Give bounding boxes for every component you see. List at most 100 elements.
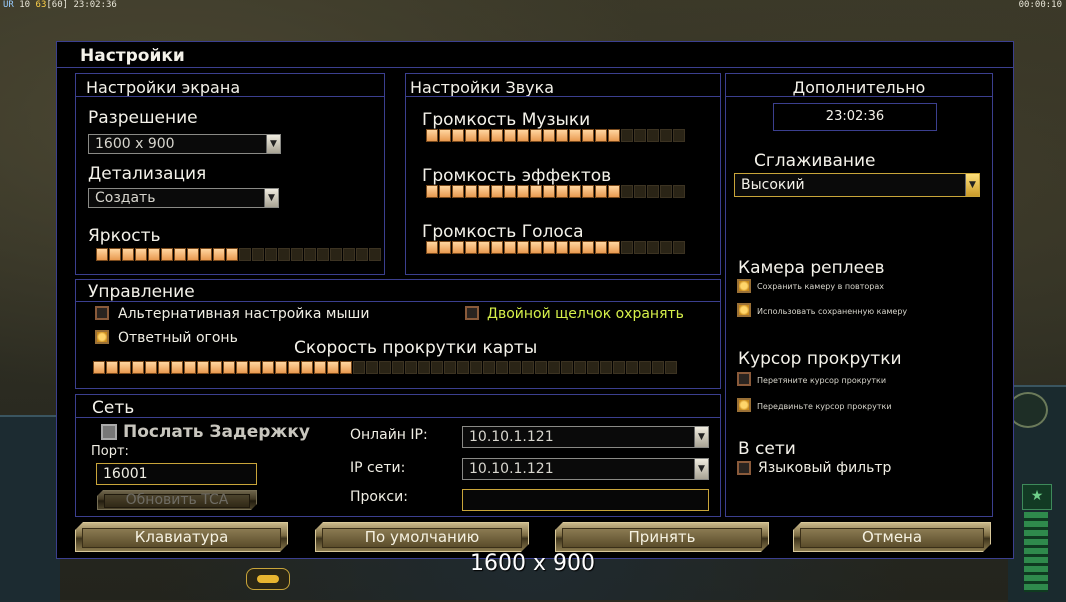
slider-segment[interactable] <box>582 185 594 198</box>
slider-segment[interactable] <box>452 185 464 198</box>
slider-segment[interactable] <box>595 129 607 142</box>
slider-segment[interactable] <box>239 248 251 261</box>
slider-segment[interactable] <box>426 129 438 142</box>
slider-segment[interactable] <box>647 241 659 254</box>
slider-segment[interactable] <box>213 248 225 261</box>
slider-segment[interactable] <box>426 241 438 254</box>
slider-segment[interactable] <box>304 248 316 261</box>
slider-segment[interactable] <box>379 361 391 374</box>
use-saved-camera-checkbox[interactable] <box>737 303 751 317</box>
slider-segment[interactable] <box>210 361 222 374</box>
keyboard-button[interactable]: Клавиатура <box>75 522 288 552</box>
slider-segment[interactable] <box>556 185 568 198</box>
slider-segment[interactable] <box>465 185 477 198</box>
slider-segment[interactable] <box>569 129 581 142</box>
update-tca-button[interactable]: Обновить TCA <box>97 490 257 510</box>
slider-segment[interactable] <box>457 361 469 374</box>
slider-segment[interactable] <box>252 248 264 261</box>
slider-segment[interactable] <box>660 185 672 198</box>
slider-segment[interactable] <box>275 361 287 374</box>
proxy-input[interactable] <box>462 489 709 511</box>
slider-segment[interactable] <box>543 241 555 254</box>
slider-segment[interactable] <box>652 361 664 374</box>
slider-segment[interactable] <box>93 361 105 374</box>
slider-segment[interactable] <box>673 129 685 142</box>
slider-segment[interactable] <box>660 241 672 254</box>
slider-segment[interactable] <box>96 248 108 261</box>
chevron-down-icon[interactable]: ▼ <box>694 459 708 479</box>
slider-segment[interactable] <box>317 248 329 261</box>
slider-segment[interactable] <box>621 129 633 142</box>
slider-segment[interactable] <box>634 241 646 254</box>
brightness-slider[interactable] <box>96 248 382 261</box>
slider-segment[interactable] <box>161 248 173 261</box>
slider-segment[interactable] <box>608 129 620 142</box>
slider-segment[interactable] <box>574 361 586 374</box>
online-ip-select[interactable]: 10.10.1.121 ▼ <box>462 426 709 448</box>
slider-segment[interactable] <box>613 361 625 374</box>
slider-segment[interactable] <box>187 248 199 261</box>
slider-segment[interactable] <box>301 361 313 374</box>
slider-segment[interactable] <box>600 361 612 374</box>
slider-segment[interactable] <box>587 361 599 374</box>
slider-segment[interactable] <box>452 129 464 142</box>
slider-segment[interactable] <box>478 185 490 198</box>
slider-segment[interactable] <box>249 361 261 374</box>
slider-segment[interactable] <box>291 248 303 261</box>
chevron-down-icon[interactable]: ▼ <box>694 427 708 447</box>
slider-segment[interactable] <box>405 361 417 374</box>
slider-segment[interactable] <box>647 185 659 198</box>
slider-segment[interactable] <box>569 241 581 254</box>
detail-select[interactable]: Создать ▼ <box>88 188 279 208</box>
slider-segment[interactable] <box>439 129 451 142</box>
slider-segment[interactable] <box>158 361 170 374</box>
effects-volume-slider[interactable] <box>426 185 686 198</box>
slider-segment[interactable] <box>491 185 503 198</box>
double-click-checkbox[interactable] <box>465 306 479 320</box>
slider-segment[interactable] <box>608 241 620 254</box>
accept-button[interactable]: Принять <box>555 522 769 552</box>
music-volume-slider[interactable] <box>426 129 686 142</box>
slider-segment[interactable] <box>626 361 638 374</box>
slider-segment[interactable] <box>582 241 594 254</box>
defaults-button[interactable]: По умолчанию <box>315 522 529 552</box>
slider-segment[interactable] <box>621 241 633 254</box>
slider-segment[interactable] <box>106 361 118 374</box>
slider-segment[interactable] <box>639 361 651 374</box>
slider-segment[interactable] <box>517 129 529 142</box>
slider-segment[interactable] <box>200 248 212 261</box>
slider-segment[interactable] <box>517 241 529 254</box>
slider-segment[interactable] <box>478 129 490 142</box>
slider-segment[interactable] <box>530 129 542 142</box>
send-delay-checkbox[interactable] <box>101 424 117 440</box>
slider-segment[interactable] <box>504 129 516 142</box>
slider-segment[interactable] <box>330 248 342 261</box>
slider-segment[interactable] <box>522 361 534 374</box>
slider-segment[interactable] <box>145 361 157 374</box>
slider-segment[interactable] <box>491 129 503 142</box>
slider-segment[interactable] <box>543 185 555 198</box>
slider-segment[interactable] <box>530 185 542 198</box>
slider-segment[interactable] <box>278 248 290 261</box>
voice-volume-slider[interactable] <box>426 241 686 254</box>
slider-segment[interactable] <box>314 361 326 374</box>
slider-segment[interactable] <box>665 361 677 374</box>
chevron-down-icon[interactable]: ▼ <box>266 135 280 153</box>
chevron-down-icon[interactable]: ▼ <box>264 189 278 207</box>
slider-segment[interactable] <box>343 248 355 261</box>
slider-segment[interactable] <box>509 361 521 374</box>
slider-segment[interactable] <box>504 241 516 254</box>
slider-segment[interactable] <box>439 185 451 198</box>
slider-segment[interactable] <box>556 241 568 254</box>
slider-segment[interactable] <box>356 248 368 261</box>
save-camera-checkbox[interactable] <box>737 279 751 293</box>
slider-segment[interactable] <box>223 361 235 374</box>
move-cursor-checkbox[interactable] <box>737 398 751 412</box>
slider-segment[interactable] <box>431 361 443 374</box>
slider-segment[interactable] <box>465 129 477 142</box>
slider-segment[interactable] <box>582 129 594 142</box>
language-filter-checkbox[interactable] <box>737 461 751 475</box>
slider-segment[interactable] <box>548 361 560 374</box>
slider-segment[interactable] <box>439 241 451 254</box>
lan-ip-select[interactable]: 10.10.1.121 ▼ <box>462 458 709 480</box>
